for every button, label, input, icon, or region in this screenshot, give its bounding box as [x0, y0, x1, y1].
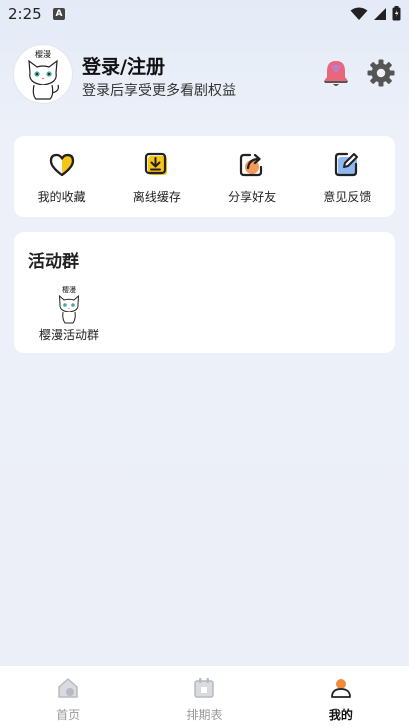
nav-home-label: 首页	[56, 708, 81, 722]
battery-icon	[392, 6, 401, 21]
activity-group-title: 活动群	[28, 252, 79, 272]
nav-schedule-label: 排期表	[186, 708, 223, 722]
signal-icon	[374, 7, 386, 20]
status-icons	[350, 6, 401, 21]
profile-icon	[330, 679, 351, 698]
share-icon	[240, 153, 263, 177]
activity-group-card: 活动群 樱漫 樱漫活动群	[14, 232, 395, 353]
avatar[interactable]: 樱漫	[14, 45, 72, 103]
status-time: 2:25	[8, 5, 42, 23]
favorites-button[interactable]: 我的收藏	[14, 136, 109, 217]
favorites-label: 我的收藏	[37, 190, 86, 204]
share-friends-label: 分享好友	[228, 190, 277, 204]
offline-cache-button[interactable]: 离线缓存	[109, 136, 204, 217]
calendar-icon	[194, 678, 215, 698]
group-thumb-text: 樱漫	[62, 285, 76, 294]
activity-group-label: 樱漫活动群	[38, 328, 99, 342]
edit-icon	[335, 152, 359, 177]
wifi-icon	[350, 7, 368, 20]
download-icon	[144, 152, 167, 175]
activity-group-item[interactable]: 樱漫 樱漫活动群	[36, 284, 102, 343]
quick-actions-card: 我的收藏 离线缓存 分享好友 意见反馈	[14, 136, 395, 217]
gear-icon[interactable]	[366, 58, 396, 88]
nav-mine[interactable]: 我的	[273, 666, 409, 727]
cat-logo-icon: 樱漫	[58, 285, 80, 324]
login-subtitle: 登录后享受更多看剧权益	[82, 83, 236, 99]
offline-cache-label: 离线缓存	[132, 190, 181, 204]
bell-icon[interactable]	[322, 58, 350, 88]
cat-logo-icon: 樱漫	[28, 49, 59, 100]
status-bar: 2:25 A	[0, 0, 409, 28]
nav-mine-label: 我的	[328, 708, 353, 722]
bottom-nav: 首页 排期表 我的	[0, 666, 409, 727]
nav-schedule[interactable]: 排期表	[136, 666, 272, 727]
heart-icon	[49, 153, 74, 177]
nav-home[interactable]: 首页	[0, 666, 136, 727]
feedback-button[interactable]: 意见反馈	[300, 136, 395, 217]
home-icon	[58, 678, 78, 698]
feedback-label: 意见反馈	[323, 190, 372, 204]
login-title[interactable]: 登录/注册	[82, 52, 165, 79]
avatar-text: 樱漫	[35, 49, 51, 59]
share-friends-button[interactable]: 分享好友	[205, 136, 300, 217]
notification-badge: A	[53, 8, 65, 20]
